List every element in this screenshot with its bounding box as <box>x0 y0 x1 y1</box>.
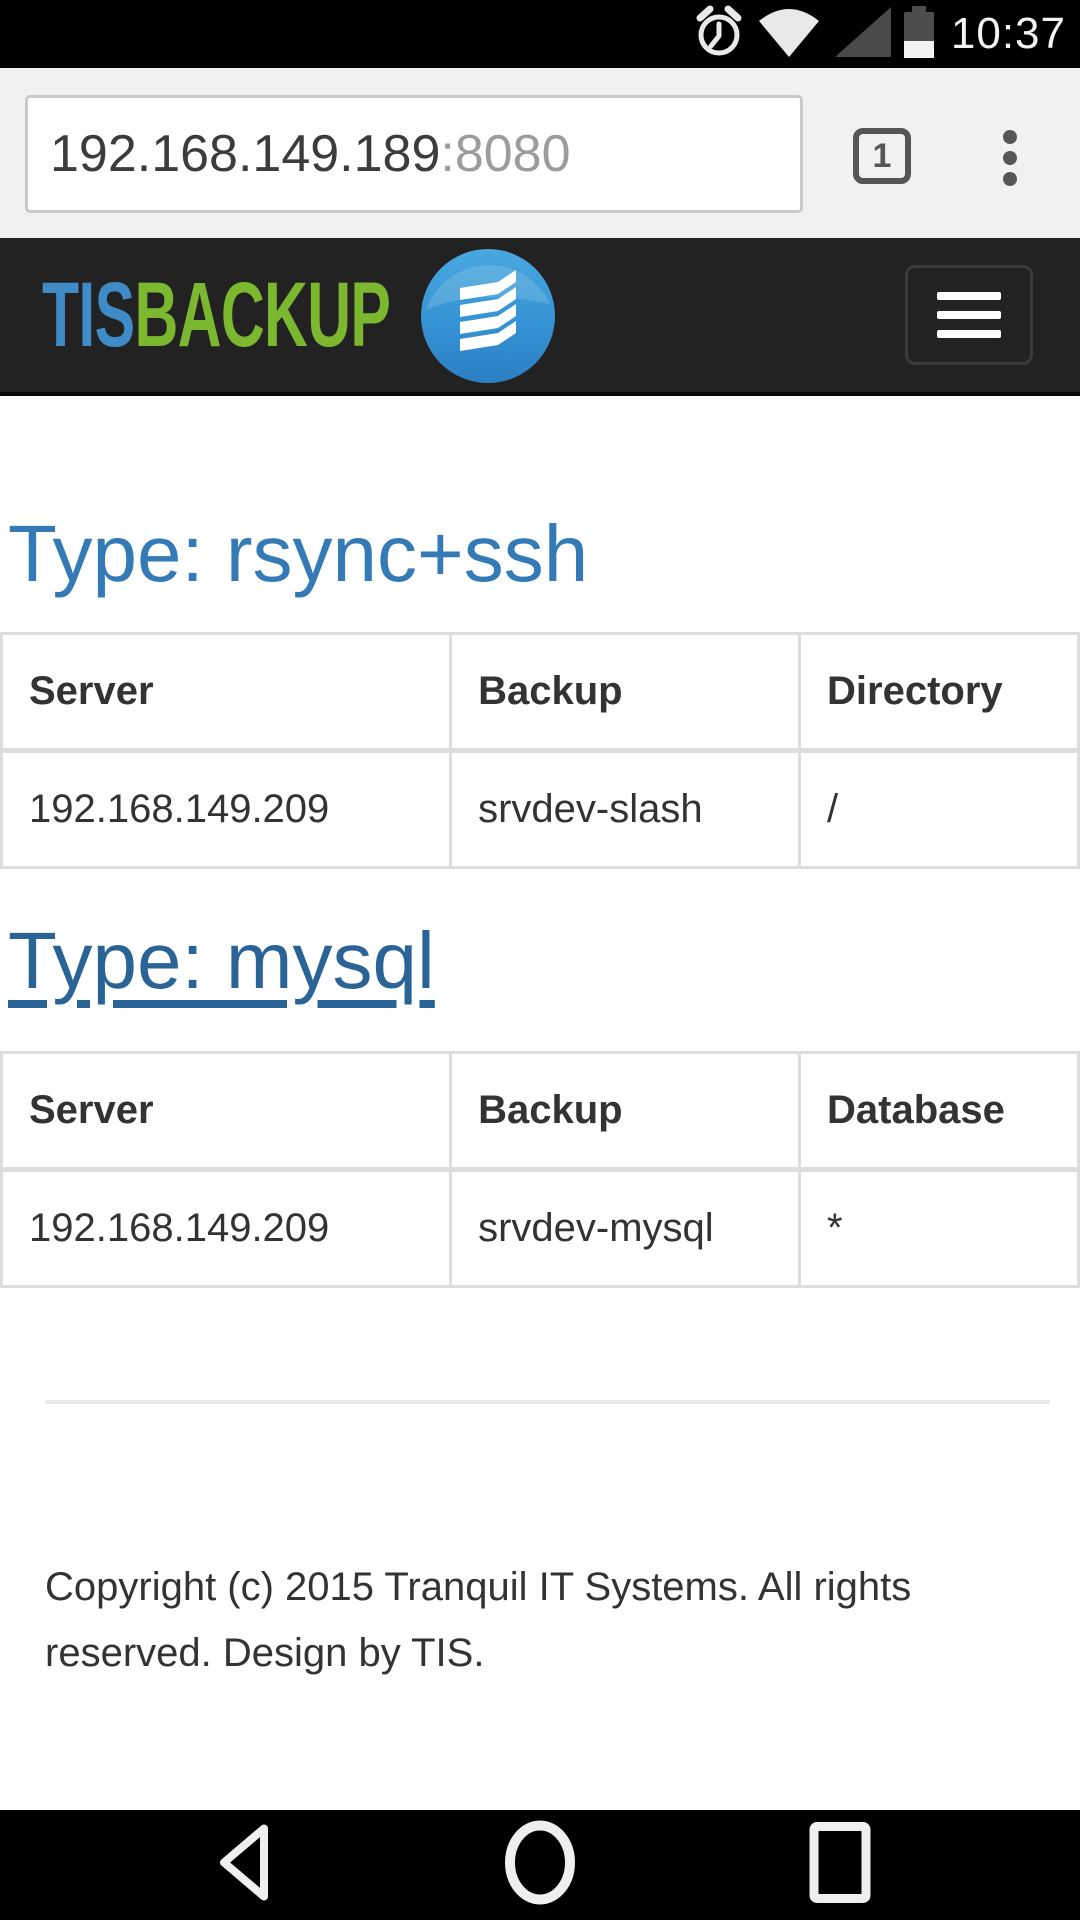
table-cell: 192.168.149.209 <box>2 751 451 868</box>
battery-icon <box>903 4 935 65</box>
table-row: 192.168.149.209srvdev-mysql* <box>2 1170 1079 1287</box>
table-header-row: Server Backup Database <box>2 1053 1079 1170</box>
brand-backup: BACKUP <box>134 263 390 368</box>
menu-dot <box>1003 172 1017 186</box>
alarm-icon <box>693 5 745 64</box>
table-row: 192.168.149.209srvdev-slash/ <box>2 751 1079 868</box>
url-text: 192.168.149.189:8080 <box>50 124 571 184</box>
wifi-icon <box>755 5 823 64</box>
column-header-backup: Backup <box>451 1053 800 1170</box>
brand-tis: TIS <box>42 263 134 368</box>
status-clock: 10:37 <box>951 9 1066 59</box>
navbar-toggle-button[interactable] <box>905 265 1033 365</box>
mysql-link[interactable]: Type: mysql <box>8 916 435 1005</box>
browser-menu-button[interactable] <box>1000 130 1020 186</box>
column-header-database: Database <box>800 1053 1079 1170</box>
back-icon[interactable] <box>212 1821 278 1910</box>
menu-dot <box>1003 151 1017 165</box>
rsync-backups-table: Server Backup Directory 192.168.149.209s… <box>0 632 1080 869</box>
home-icon[interactable] <box>502 1818 578 1913</box>
table-cell: 192.168.149.209 <box>2 1170 451 1287</box>
status-bar: 10:37 <box>0 0 1080 68</box>
section-title-rsync-ssh: Type: rsync+ssh <box>0 508 1080 600</box>
column-header-server: Server <box>2 634 451 751</box>
table-header-row: Server Backup Directory <box>2 634 1079 751</box>
table-cell: srvdev-mysql <box>451 1170 800 1287</box>
cell-signal-icon <box>833 5 893 64</box>
android-navigation-bar <box>0 1810 1080 1920</box>
tisbackup-logo-icon <box>420 248 556 384</box>
tab-count: 1 <box>873 137 892 176</box>
url-bar[interactable]: 192.168.149.189:8080 <box>25 95 803 213</box>
hamburger-bar <box>937 311 1001 319</box>
rsync-ssh-link[interactable]: Type: rsync+ssh <box>8 509 588 598</box>
mysql-backups-table: Server Backup Database 192.168.149.209sr… <box>0 1051 1080 1288</box>
recent-apps-icon[interactable] <box>808 1821 872 1910</box>
menu-dot <box>1003 130 1017 144</box>
tab-switcher-button[interactable]: 1 <box>853 128 911 184</box>
table-cell: / <box>800 751 1079 868</box>
site-navbar: TISBACKUP <box>0 238 1080 396</box>
column-header-directory: Directory <box>800 634 1079 751</box>
hamburger-bar <box>937 292 1001 300</box>
column-header-backup: Backup <box>451 634 800 751</box>
brand-logo[interactable]: TISBACKUP <box>42 238 390 392</box>
url-port-text: :8080 <box>440 125 570 183</box>
section-title-mysql: Type: mysql <box>0 915 1080 1007</box>
table-cell: * <box>800 1170 1079 1287</box>
hamburger-bar <box>937 330 1001 338</box>
page-content: Type: rsync+ssh Server Backup Directory … <box>0 508 1080 1686</box>
copyright-text: Copyright (c) 2015 Tranquil IT Systems. … <box>45 1554 975 1686</box>
browser-toolbar: 192.168.149.189:8080 1 <box>0 68 1080 238</box>
column-header-server: Server <box>2 1053 451 1170</box>
table-cell: srvdev-slash <box>451 751 800 868</box>
footer-divider <box>45 1400 1050 1404</box>
